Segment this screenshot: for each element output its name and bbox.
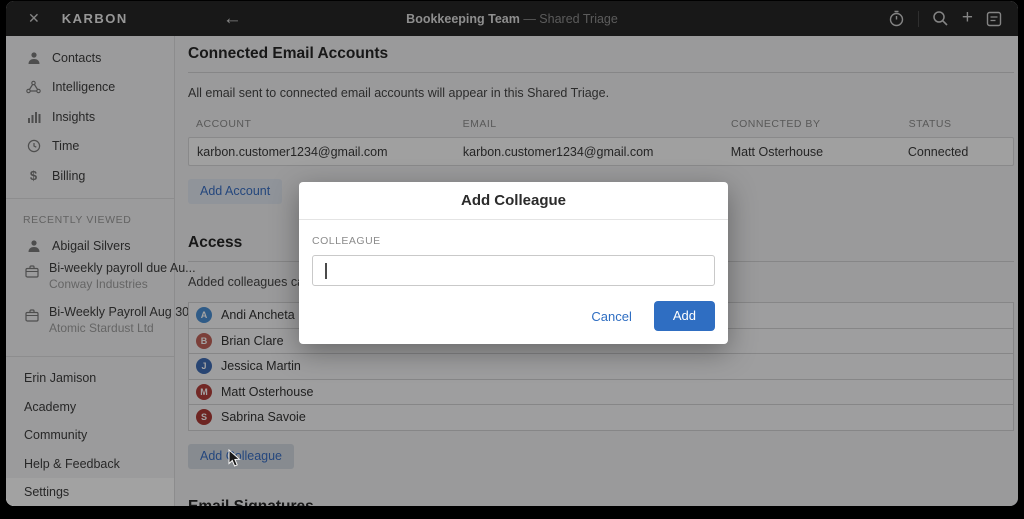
mouse-cursor: [228, 449, 241, 473]
colleague-field-label: COLLEAGUE: [312, 235, 715, 247]
add-colleague-modal: Add Colleague COLLEAGUE Cancel Add: [299, 182, 728, 344]
colleague-input[interactable]: [313, 256, 714, 285]
text-caret: [325, 263, 327, 279]
cancel-button[interactable]: Cancel: [591, 309, 631, 324]
colleague-input-wrapper: [312, 255, 715, 286]
app-window: ✕ KARBON ← Bookkeeping Team — Shared Tri…: [6, 1, 1018, 506]
add-button[interactable]: Add: [654, 301, 715, 331]
modal-title: Add Colleague: [299, 182, 728, 220]
